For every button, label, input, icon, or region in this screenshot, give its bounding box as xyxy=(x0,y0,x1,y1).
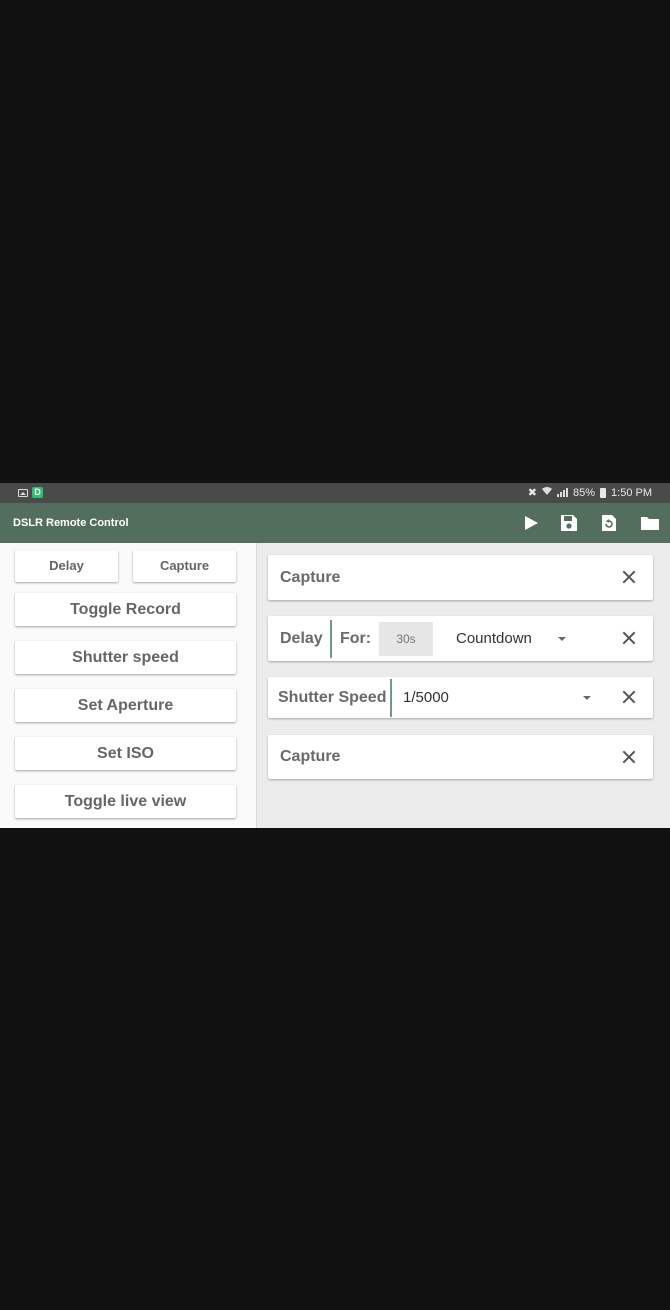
d-app-icon: D xyxy=(32,487,43,498)
status-time: 1:50 PM xyxy=(611,486,652,499)
toggle-record-button[interactable]: Toggle Record xyxy=(15,593,236,626)
app-window: D ✖ 85% 1:50 PM DSLR Remote Control Dela… xyxy=(0,483,670,828)
app-bar: DSLR Remote Control xyxy=(0,503,670,543)
action-palette: Delay Capture Toggle Record Shutter spee… xyxy=(0,543,257,828)
delay-mode-dropdown[interactable]: Countdown xyxy=(456,630,532,647)
wifi-icon xyxy=(542,486,552,499)
folder-icon[interactable] xyxy=(639,513,661,533)
gallery-icon xyxy=(18,488,28,497)
set-iso-button[interactable]: Set ISO xyxy=(15,737,236,770)
play-icon[interactable] xyxy=(520,513,542,533)
sequence-item-shutter-speed[interactable]: Shutter Speed 1/5000 xyxy=(268,677,653,718)
battery-icon xyxy=(600,487,607,498)
status-left-icons: D xyxy=(18,487,43,498)
sequence-item-label: Shutter Speed xyxy=(278,689,387,706)
sequence-item-label: Capture xyxy=(280,569,341,586)
chevron-down-icon[interactable] xyxy=(583,696,591,700)
close-icon[interactable] xyxy=(621,569,637,585)
sequence-item-capture[interactable]: Capture xyxy=(268,735,653,779)
sequence-list: Capture Delay For: 30s Countdown Shutter… xyxy=(257,543,670,828)
divider xyxy=(330,620,332,658)
sequence-item-label: Capture xyxy=(280,748,341,765)
toggle-live-view-button[interactable]: Toggle live view xyxy=(15,785,236,818)
app-title: DSLR Remote Control xyxy=(13,517,129,529)
restore-icon[interactable] xyxy=(598,513,620,533)
delay-for-label: For: xyxy=(340,630,372,647)
divider xyxy=(390,679,392,717)
close-icon[interactable] xyxy=(621,689,637,705)
save-icon[interactable] xyxy=(558,513,580,533)
shutter-speed-dropdown[interactable]: 1/5000 xyxy=(403,689,449,706)
chevron-down-icon[interactable] xyxy=(558,637,566,641)
sequence-item-delay[interactable]: Delay For: 30s Countdown xyxy=(268,616,653,661)
add-capture-button[interactable]: Capture xyxy=(133,550,236,582)
close-icon[interactable] xyxy=(621,630,637,646)
battery-percent: 85% xyxy=(573,486,596,499)
sequence-item-label: Delay xyxy=(280,630,323,647)
shutter-speed-button[interactable]: Shutter speed xyxy=(15,641,236,674)
add-delay-button[interactable]: Delay xyxy=(15,550,118,582)
mute-icon: ✖ xyxy=(527,487,537,499)
delay-duration-input[interactable]: 30s xyxy=(379,622,433,656)
signal-icon xyxy=(557,488,568,497)
set-aperture-button[interactable]: Set Aperture xyxy=(15,689,236,722)
close-icon[interactable] xyxy=(621,749,637,765)
status-bar: D ✖ 85% 1:50 PM xyxy=(0,483,670,503)
sequence-item-capture[interactable]: Capture xyxy=(268,555,653,600)
status-right-icons: ✖ 85% 1:50 PM xyxy=(527,486,652,500)
